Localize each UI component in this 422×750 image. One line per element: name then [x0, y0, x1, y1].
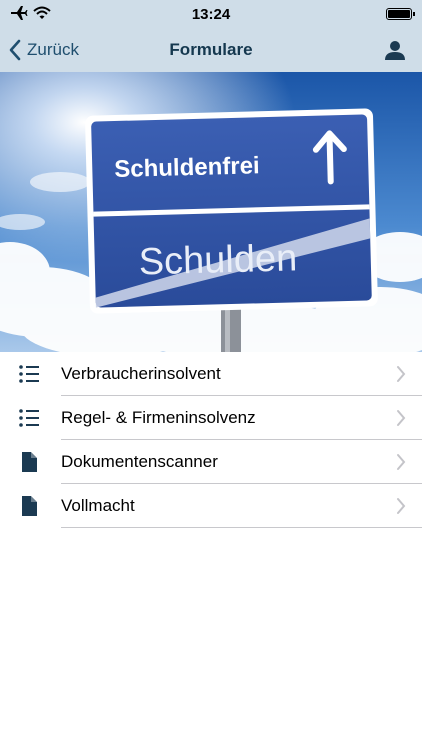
form-list: Verbraucherinsolvent Regel- & Firmeninso…: [0, 352, 422, 528]
list-icon: [19, 365, 39, 383]
user-icon[interactable]: [384, 39, 406, 61]
status-time: 13:24: [191, 6, 231, 23]
document-icon: [22, 496, 37, 516]
list-item-label: Dokumentenscanner: [61, 452, 218, 471]
list-item[interactable]: Vollmacht: [0, 484, 422, 528]
sign-top-text: Schuldenfrei: [114, 152, 260, 183]
chevron-right-icon: [397, 410, 406, 426]
list-item[interactable]: Verbraucherinsolvent: [0, 352, 422, 396]
hero-image: Schuldenfrei Schulden: [0, 72, 422, 352]
sign-bottom-text: Schulden: [138, 237, 298, 283]
road-sign-illustration: Schuldenfrei Schulden: [0, 72, 422, 352]
divider: [61, 527, 422, 528]
list-item-label: Vollmacht: [61, 496, 135, 515]
chevron-right-icon: [397, 454, 406, 470]
list-item-label: Regel- & Firmeninsolvenz: [61, 408, 256, 427]
list-item-label: Verbraucherinsolvent: [61, 364, 221, 383]
navigation-bar: Zurück Formulare: [0, 28, 422, 72]
battery-icon: [386, 8, 415, 20]
chevron-right-icon: [397, 366, 406, 382]
list-item[interactable]: Dokumentenscanner: [0, 440, 422, 484]
list-item[interactable]: Regel- & Firmeninsolvenz: [0, 396, 422, 440]
page-title: Formulare: [169, 40, 253, 59]
list-icon: [19, 409, 39, 427]
document-icon: [22, 452, 37, 472]
status-bar: 13:24: [0, 0, 422, 28]
chevron-right-icon: [397, 498, 406, 514]
